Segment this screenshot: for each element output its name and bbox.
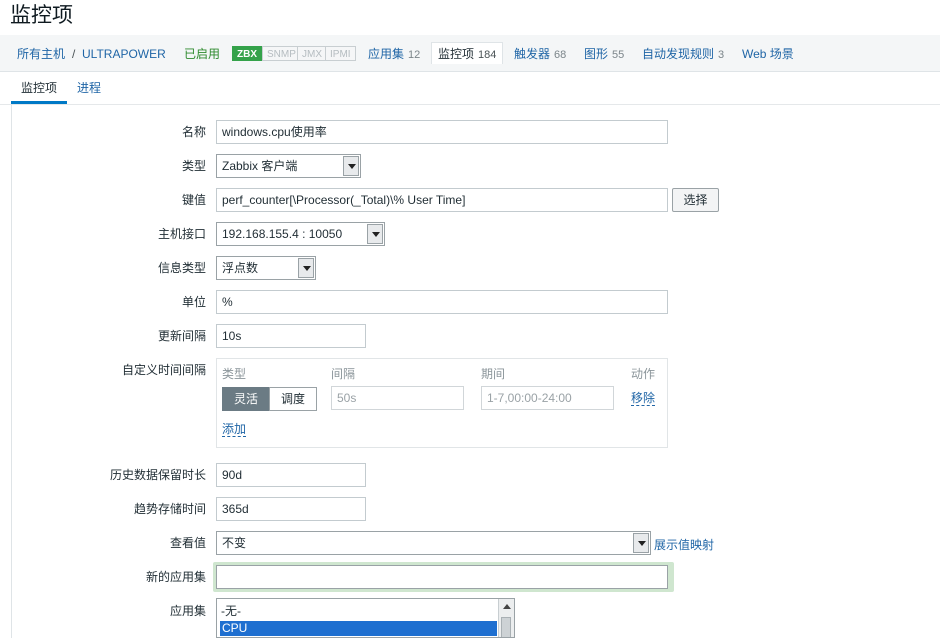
discovery-rules-link[interactable]: 自动发现规则 3 (642, 46, 724, 63)
units-input[interactable]: % (216, 290, 668, 314)
new-application-input[interactable] (216, 565, 668, 589)
web-scenarios-link[interactable]: Web 场景 (742, 46, 794, 62)
name-label: 名称 (181, 125, 206, 139)
host-link[interactable]: ULTRAPOWER (82, 46, 166, 62)
applications-label: 应用集 (169, 604, 206, 618)
items-nav-active[interactable]: 监控项 184 (431, 42, 504, 64)
trends-input[interactable]: 365d (216, 497, 366, 521)
breadcrumb-separator: / (72, 47, 76, 61)
flexible-toggle[interactable]: 灵活 (222, 387, 270, 411)
info-type-select[interactable]: 浮点数 (216, 256, 316, 280)
chevron-down-icon (367, 224, 383, 244)
scheduling-toggle[interactable]: 调度 (269, 387, 317, 411)
valuemap-label: 查看值 (169, 536, 206, 550)
all-hosts-link[interactable]: 所有主机 (17, 46, 65, 62)
valuemap-select[interactable]: 不变 (216, 531, 651, 555)
graphs-link[interactable]: 图形 55 (584, 46, 624, 63)
chevron-down-icon (343, 156, 359, 176)
flex-period-input[interactable]: 1-7,00:00-24:00 (481, 386, 614, 410)
form-tabs: 监控项 进程 (0, 72, 940, 105)
custom-intervals-label: 自定义时间间隔 (121, 363, 206, 377)
show-value-mappings-link[interactable]: 展示值映射 (654, 537, 714, 553)
key-label: 键值 (181, 193, 206, 207)
key-input[interactable]: perf_counter[\Processor(_Total)\% User T… (216, 188, 668, 212)
chevron-down-icon (633, 533, 649, 553)
tab-item[interactable]: 监控项 (11, 72, 68, 104)
type-label: 类型 (181, 159, 206, 173)
scrollbar-thumb[interactable] (501, 617, 511, 637)
flex-interval-input[interactable]: 50s (331, 386, 464, 410)
custom-intervals-period-header: 期间 (481, 367, 506, 381)
units-label: 单位 (181, 295, 206, 309)
remove-interval-link[interactable]: 移除 (631, 391, 656, 406)
history-label: 历史数据保留时长 (109, 468, 206, 482)
type-select[interactable]: Zabbix 客户端 (216, 154, 361, 178)
zbx-availability-badge: ZBX (232, 46, 262, 61)
custom-intervals-type-header: 类型 (222, 367, 247, 381)
snmp-availability-badge: SNMP (262, 46, 301, 61)
trends-label: 趋势存储时间 (133, 502, 206, 516)
add-interval-link[interactable]: 添加 (222, 422, 247, 437)
chevron-up-icon[interactable] (503, 604, 511, 609)
select-key-button[interactable]: 选择 (672, 188, 719, 212)
applications-link[interactable]: 应用集 12 (368, 46, 420, 63)
list-item-selected[interactable]: CPU (220, 621, 497, 636)
custom-intervals-table: 类型 间隔 期间 动作 灵活 调度 50s 1-7,00:00-24:00 移除… (216, 358, 668, 448)
chevron-down-icon (298, 258, 314, 278)
listbox-scrollbar[interactable] (498, 599, 514, 637)
tab-process[interactable]: 进程 (77, 72, 101, 104)
triggers-link[interactable]: 触发器 68 (514, 46, 566, 63)
jmx-availability-badge: JMX (297, 46, 327, 61)
history-input[interactable]: 90d (216, 463, 366, 487)
name-input[interactable]: windows.cpu使用率 (216, 120, 668, 144)
host-interface-label: 主机接口 (157, 227, 206, 241)
ipmi-availability-badge: IPMI (325, 46, 356, 61)
host-status-enabled[interactable]: 已启用 (184, 46, 220, 62)
update-interval-input[interactable]: 10s (216, 324, 366, 348)
applications-listbox[interactable]: -无- CPU (216, 598, 515, 638)
host-interface-select[interactable]: 192.168.155.4 : 10050 (216, 222, 385, 246)
list-item[interactable]: -无- (221, 604, 241, 619)
host-navigation-bar: 所有主机 / ULTRAPOWER 已启用 ZBX SNMP JMX IPMI … (0, 35, 940, 72)
custom-intervals-interval-header: 间隔 (331, 367, 356, 381)
page-title: 监控项 (10, 4, 73, 27)
update-interval-label: 更新间隔 (157, 329, 206, 343)
new-application-label: 新的应用集 (145, 570, 206, 584)
info-type-label: 信息类型 (157, 261, 206, 275)
custom-intervals-action-header: 动作 (631, 367, 656, 381)
